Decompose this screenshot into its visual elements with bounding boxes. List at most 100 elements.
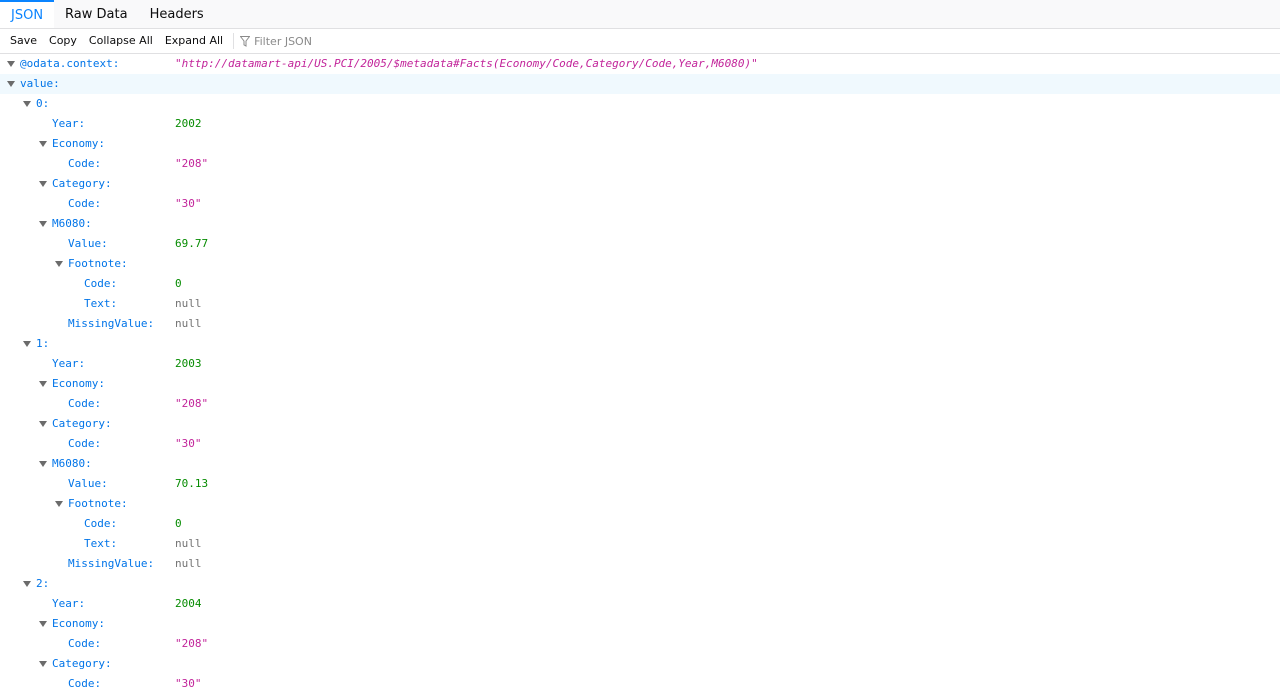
json-row[interactable]: Code: 0: [0, 514, 1280, 534]
json-row[interactable]: 2:: [0, 574, 1280, 594]
json-row[interactable]: Economy:: [0, 374, 1280, 394]
save-button[interactable]: Save: [4, 29, 43, 53]
json-value: 2003: [175, 357, 202, 370]
json-value: "208": [175, 637, 209, 650]
expand-toggle-icon[interactable]: [23, 341, 31, 347]
json-row[interactable]: value:: [0, 74, 1280, 94]
json-row[interactable]: Footnote:: [0, 494, 1280, 514]
json-row[interactable]: Year: 2004: [0, 594, 1280, 614]
json-row[interactable]: Text: null: [0, 534, 1280, 554]
json-value: 0: [175, 277, 182, 290]
expand-toggle-icon[interactable]: [23, 101, 31, 107]
json-key: Economy:: [52, 137, 105, 150]
json-value: 69.77: [175, 237, 209, 250]
expand-toggle-icon[interactable]: [39, 221, 47, 227]
json-row[interactable]: Category:: [0, 654, 1280, 674]
copy-button[interactable]: Copy: [43, 29, 83, 53]
json-key: 2:: [36, 577, 50, 590]
expand-toggle-icon[interactable]: [39, 181, 47, 187]
json-key: 0:: [36, 97, 50, 110]
json-value: 2004: [175, 597, 202, 610]
json-key: Footnote:: [68, 257, 128, 270]
json-row[interactable]: Code: "208": [0, 154, 1280, 174]
funnel-icon: [240, 35, 251, 47]
expand-toggle-icon[interactable]: [7, 81, 15, 87]
json-value: "208": [175, 397, 209, 410]
json-row[interactable]: 0:: [0, 94, 1280, 114]
tab-raw-data[interactable]: Raw Data: [54, 0, 139, 28]
json-row[interactable]: Code: "30": [0, 194, 1280, 214]
json-row[interactable]: M6080:: [0, 454, 1280, 474]
filter-json-input[interactable]: [250, 34, 455, 48]
json-key: Code:: [84, 517, 118, 530]
json-value: 0: [175, 517, 182, 530]
expand-toggle-icon[interactable]: [55, 261, 63, 267]
json-value: null: [175, 297, 202, 310]
json-toolbar: Save Copy Collapse All Expand All: [0, 29, 1280, 54]
json-key: Year:: [52, 357, 86, 370]
json-key: Economy:: [52, 377, 105, 390]
expand-toggle-icon[interactable]: [39, 461, 47, 467]
expand-toggle-icon[interactable]: [55, 501, 63, 507]
json-key: Code:: [68, 197, 102, 210]
json-key: MissingValue:: [68, 317, 155, 330]
json-key: Year:: [52, 597, 86, 610]
json-key: Text:: [84, 537, 118, 550]
json-key: Category:: [52, 177, 112, 190]
json-row[interactable]: Code: "30": [0, 674, 1280, 694]
json-key: Category:: [52, 417, 112, 430]
json-key: Code:: [84, 277, 118, 290]
json-row[interactable]: 1:: [0, 334, 1280, 354]
tab-headers[interactable]: Headers: [139, 0, 215, 28]
json-key: M6080:: [52, 457, 92, 470]
json-value: 70.13: [175, 477, 209, 490]
json-row[interactable]: Category:: [0, 174, 1280, 194]
expand-toggle-icon[interactable]: [39, 421, 47, 427]
json-row[interactable]: M6080:: [0, 214, 1280, 234]
json-key: Footnote:: [68, 497, 128, 510]
json-key: value:: [20, 77, 60, 90]
tab-bar: JSON Raw Data Headers: [0, 0, 1280, 29]
json-value: "208": [175, 157, 209, 170]
json-value: null: [175, 537, 202, 550]
json-key: Year:: [52, 117, 86, 130]
json-key: MissingValue:: [68, 557, 155, 570]
json-row[interactable]: Value: 70.13: [0, 474, 1280, 494]
json-row[interactable]: Code: "30": [0, 434, 1280, 454]
json-row[interactable]: Code: "208": [0, 394, 1280, 414]
expand-all-button[interactable]: Expand All: [159, 29, 229, 53]
json-row[interactable]: Category:: [0, 414, 1280, 434]
json-row[interactable]: Code: 0: [0, 274, 1280, 294]
json-key: @odata.context:: [20, 57, 120, 70]
json-key: M6080:: [52, 217, 92, 230]
json-key: Value:: [68, 237, 108, 250]
filter-box: [233, 33, 455, 49]
json-row[interactable]: Value: 69.77: [0, 234, 1280, 254]
expand-toggle-icon[interactable]: [7, 61, 15, 67]
json-row[interactable]: MissingValue: null: [0, 314, 1280, 334]
json-row[interactable]: Footnote:: [0, 254, 1280, 274]
json-key: Value:: [68, 477, 108, 490]
json-row[interactable]: MissingValue: null: [0, 554, 1280, 574]
expand-toggle-icon[interactable]: [39, 621, 47, 627]
json-row[interactable]: Economy:: [0, 614, 1280, 634]
json-key: Code:: [68, 157, 102, 170]
json-row[interactable]: @odata.context: "http://datamart-api/US.P…: [0, 54, 1280, 74]
expand-toggle-icon[interactable]: [23, 581, 31, 587]
json-value: "30": [175, 197, 202, 210]
json-key: Text:: [84, 297, 118, 310]
json-key: Code:: [68, 437, 102, 450]
expand-toggle-icon[interactable]: [39, 661, 47, 667]
tab-json[interactable]: JSON: [0, 0, 55, 28]
json-row[interactable]: Year: 2003: [0, 354, 1280, 374]
expand-toggle-icon[interactable]: [39, 381, 47, 387]
json-value: 2002: [175, 117, 202, 130]
json-value: null: [175, 317, 202, 330]
expand-toggle-icon[interactable]: [39, 141, 47, 147]
json-row[interactable]: Year: 2002: [0, 114, 1280, 134]
json-value: "30": [175, 677, 202, 690]
json-row[interactable]: Code: "208": [0, 634, 1280, 654]
json-row[interactable]: Economy:: [0, 134, 1280, 154]
collapse-all-button[interactable]: Collapse All: [83, 29, 159, 53]
json-row[interactable]: Text: null: [0, 294, 1280, 314]
